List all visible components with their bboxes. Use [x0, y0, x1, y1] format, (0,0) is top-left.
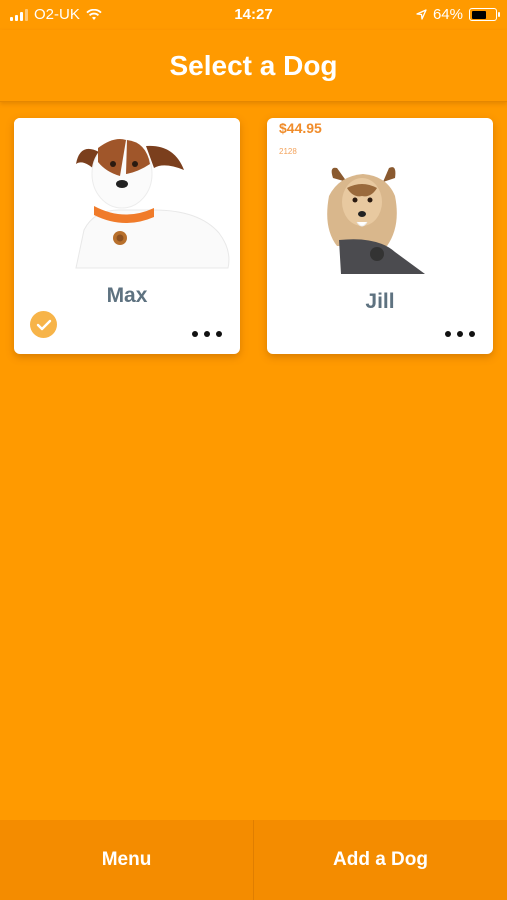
status-bar: O2-UK 14:27 64%: [0, 0, 507, 30]
dog-photo-jill: [327, 167, 425, 274]
battery-percent: 64%: [432, 6, 463, 23]
more-options-icon[interactable]: [192, 330, 222, 338]
dog-name-jill: Jill: [365, 290, 395, 313]
status-right: 64%: [416, 6, 500, 23]
dog-name-max: Max: [106, 284, 148, 307]
page-title: Select a Dog: [169, 49, 338, 81]
battery-icon: [469, 8, 500, 21]
bottom-bar: Menu Add a Dog: [0, 820, 507, 900]
add-dog-button[interactable]: Add a Dog: [253, 820, 507, 900]
more-options-icon[interactable]: [445, 330, 475, 338]
dog-photo-max: [14, 118, 240, 270]
menu-button[interactable]: Menu: [0, 820, 253, 900]
dog-card-jill[interactable]: $44.95 2128 Jill: [267, 118, 493, 354]
check-icon: [30, 311, 57, 338]
location-icon: [416, 9, 427, 20]
nav-header: Select a Dog: [0, 30, 507, 102]
dog-card-max[interactable]: Max: [14, 118, 240, 354]
